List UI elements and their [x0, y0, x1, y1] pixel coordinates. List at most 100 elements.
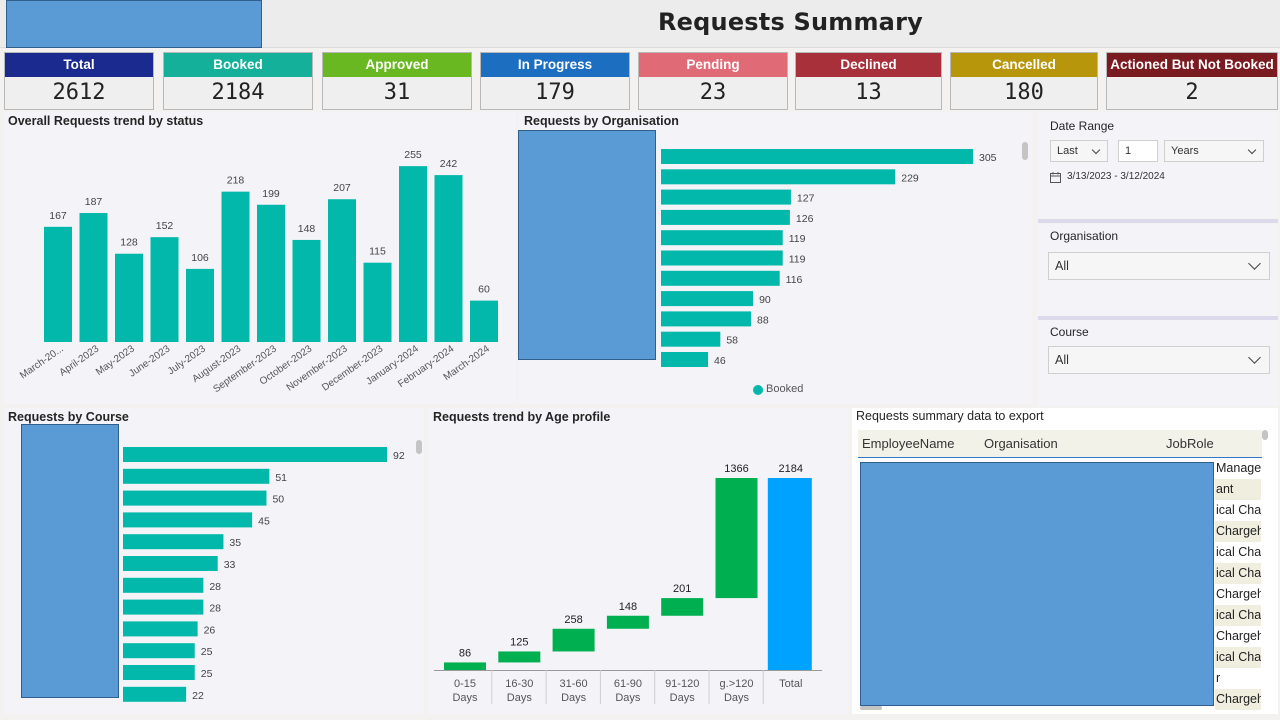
kpi-card-actioned-but-not-booked[interactable]: Actioned But Not Booked 2 [1106, 52, 1278, 110]
table-cell-jobrole[interactable]: ical Char [1215, 563, 1261, 584]
date-count-value: 1 [1125, 145, 1132, 157]
age-x-label-line2: Days [724, 692, 750, 704]
organisation-slicer[interactable]: Organisation All [1038, 224, 1278, 316]
course-data-label: 28 [209, 603, 221, 615]
divider [1038, 219, 1278, 223]
trend-chart: 167March-20...187April-2023128May-202315… [18, 149, 498, 395]
course-data-label: 50 [272, 494, 284, 506]
trend-data-label: 152 [156, 220, 174, 232]
chevron-down-icon [1091, 145, 1101, 155]
course-slicer[interactable]: Course All [1038, 320, 1278, 406]
trend-bar [257, 204, 285, 342]
course-data-label: 25 [201, 668, 213, 680]
trend-x-label: April-2023 [58, 343, 102, 378]
trend-data-label: 60 [478, 284, 490, 296]
table-cell-jobrole[interactable]: ical Char [1215, 647, 1261, 668]
trend-data-label: 128 [120, 237, 138, 249]
table-cell-jobrole[interactable]: ical Char [1215, 542, 1261, 563]
age-bar [606, 615, 649, 629]
age-data-label: 125 [510, 636, 528, 648]
table-cell-jobrole[interactable]: Manage [1215, 458, 1261, 479]
age-x-label-line2: Days [670, 692, 696, 704]
date-range-text: 3/13/2023 - 3/12/2024 [1067, 171, 1165, 182]
age-x-label: 91-120 [665, 678, 699, 690]
age-bar [498, 651, 541, 663]
age-total-bar [767, 478, 812, 670]
date-mode-value: Last [1057, 145, 1078, 157]
organisation-dropdown[interactable]: All [1048, 252, 1270, 280]
age-panel[interactable]: Requests trend by Age profile 86 0-15 Days… [428, 408, 848, 714]
course-panel[interactable]: Requests by Course 92 51 50 45 35 33 28 28 26 25 2… [4, 408, 424, 714]
age-x-label: Total [779, 678, 802, 690]
course-bar [123, 665, 195, 680]
course-scrollbar[interactable] [416, 440, 422, 454]
org-data-label: 229 [901, 172, 919, 184]
date-mode-dropdown[interactable]: Last [1050, 140, 1108, 162]
kpi-card-declined[interactable]: Declined 13 [795, 52, 942, 110]
chevron-down-icon [1248, 257, 1261, 270]
course-data-label: 26 [204, 624, 216, 636]
org-bar [661, 311, 752, 327]
table-cell-jobrole[interactable]: Chargeha [1215, 584, 1261, 605]
kpi-card-pending[interactable]: Pending 23 [638, 52, 788, 110]
course-data-label: 92 [393, 450, 405, 462]
table-cell-jobrole[interactable]: ant [1215, 479, 1261, 500]
kpi-card-in-progress[interactable]: In Progress 179 [480, 52, 630, 110]
age-data-label: 2184 [779, 463, 803, 475]
date-count-input[interactable]: 1 [1118, 140, 1158, 162]
kpi-card-approved[interactable]: Approved 31 [322, 52, 472, 110]
legend-booked-label: Booked [766, 383, 804, 395]
table-h-scrollbar[interactable] [860, 706, 882, 710]
table-header: EmployeeName Organisation JobRole [858, 430, 1262, 458]
table-cell-jobrole[interactable]: r [1215, 668, 1261, 689]
age-chart: 86 0-15 Days 125 16-30 Days 258 31-60 Days 148 61-… [434, 463, 822, 704]
kpi-card-cancelled[interactable]: Cancelled 180 [950, 52, 1098, 110]
kpi-value: 180 [1004, 80, 1044, 105]
trend-data-label: 242 [440, 158, 458, 170]
table-scrollbar[interactable] [1262, 430, 1268, 440]
date-unit-dropdown[interactable]: Years [1164, 140, 1264, 162]
trend-bar [115, 253, 143, 342]
course-bar [123, 490, 267, 506]
table-cell-jobrole[interactable]: Chargeha [1215, 521, 1261, 542]
column-employee-name[interactable]: EmployeeName [862, 436, 955, 451]
kpi-label: Cancelled [951, 53, 1097, 77]
column-organisation[interactable]: Organisation [984, 436, 1058, 451]
org-panel[interactable]: Requests by Organisation 305 229 127 126 119… [518, 112, 1032, 404]
kpi-label: Booked [164, 53, 312, 77]
age-bar [661, 598, 704, 616]
column-job-role[interactable]: JobRole [1166, 436, 1214, 451]
table-cell-jobrole[interactable]: Chargeha [1215, 689, 1261, 710]
course-bar [123, 577, 204, 593]
table-cell-jobrole[interactable]: Chargeha [1215, 626, 1261, 647]
trend-x-label: September-2023 [211, 343, 279, 395]
org-bar [661, 189, 791, 205]
org-bar [661, 250, 783, 266]
trend-x-label: December-2023 [320, 343, 385, 393]
org-bar [661, 209, 790, 225]
table-cell-jobrole[interactable]: ical Char [1215, 605, 1261, 626]
trend-data-label: 255 [404, 149, 422, 161]
trend-bar [470, 300, 498, 342]
trend-panel[interactable]: Overall Requests trend by status 167 Marc… [4, 112, 516, 404]
org-scrollbar[interactable] [1022, 142, 1028, 160]
organisation-label: Organisation [1050, 229, 1119, 243]
trend-data-label: 115 [369, 246, 386, 258]
kpi-card-total[interactable]: Total 2612 [4, 52, 154, 110]
org-bar [661, 169, 896, 185]
trend-bar [221, 191, 250, 342]
chevron-down-icon [1247, 145, 1257, 155]
course-dropdown[interactable]: All [1048, 346, 1270, 374]
date-range-label: Date Range [1050, 119, 1115, 133]
dashboard: Requests Summary Total 2612 Booked 2184 Appr… [0, 0, 1280, 720]
course-bar [123, 534, 224, 550]
age-x-label: 31-60 [560, 678, 588, 690]
age-bar [552, 628, 595, 652]
org-bar [661, 291, 754, 307]
table-cell-jobrole[interactable]: ical Char [1215, 500, 1261, 521]
age-x-label-line2: Days [561, 692, 587, 704]
date-range-slicer[interactable]: Date Range Last 1 Years 3/13/2023 - 3/12… [1038, 112, 1278, 218]
trend-x-label: March-20... [18, 343, 66, 381]
course-bar [123, 643, 195, 659]
kpi-card-booked[interactable]: Booked 2184 [163, 52, 313, 110]
